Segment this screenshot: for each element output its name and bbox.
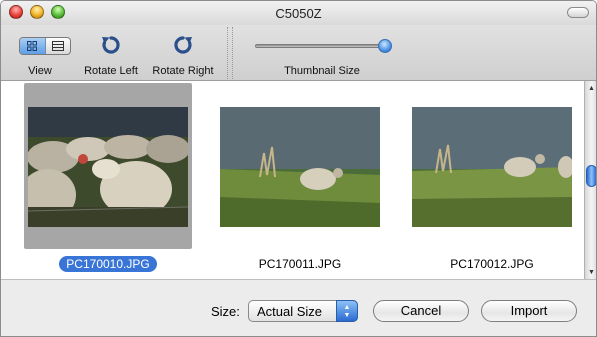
photo-thumbnail-sheep-on-grass: [220, 107, 380, 227]
view-label: View: [28, 65, 52, 77]
size-popup[interactable]: Actual Size ▲ ▼: [248, 300, 358, 322]
list-icon: [51, 41, 64, 51]
thumbnail-size-label: Thumbnail Size: [284, 65, 360, 77]
thumbnail-grid: PC170010.JPG PC170011.JPG PC170012.JPG: [1, 81, 584, 279]
import-window: C5050Z View Rotate Left Rotate Right Thu…: [0, 0, 597, 337]
toolbar-toggle-button[interactable]: [567, 7, 589, 18]
photo-thumbnail-two-sheep: [412, 107, 572, 227]
import-button[interactable]: Import: [481, 300, 577, 322]
thumbnail-item[interactable]: PC170010.JPG: [24, 83, 192, 273]
thumbnail-filename: PC170010.JPG: [24, 256, 192, 272]
thumbnail-item[interactable]: PC170012.JPG: [408, 83, 576, 273]
view-toolbar-item: View: [7, 25, 73, 81]
thumbnail-size-slider[interactable]: [255, 44, 385, 48]
toolbar-separator: [232, 27, 233, 79]
list-view-button[interactable]: [46, 38, 71, 54]
thumbnail-size-toolbar-item: Thumbnail Size: [247, 25, 397, 81]
icon-view-button[interactable]: [20, 38, 46, 54]
thumbnail-filename: PC170012.JPG: [408, 257, 576, 271]
size-label: Size:: [211, 304, 240, 319]
thumbnail-item[interactable]: PC170011.JPG: [216, 83, 384, 273]
scroll-thumb[interactable]: [586, 165, 596, 187]
grid-icon: [27, 41, 38, 51]
toolbar-separator: [227, 27, 228, 79]
title-bar: C5050Z: [1, 1, 596, 25]
cancel-button[interactable]: Cancel: [373, 300, 469, 322]
rotate-left-toolbar-item[interactable]: Rotate Left: [79, 25, 143, 81]
scroll-down-arrow-icon[interactable]: ▼: [585, 265, 596, 279]
thumbnail-filename: PC170011.JPG: [216, 257, 384, 271]
rotate-left-icon: [102, 36, 120, 54]
popup-arrows-icon: ▲ ▼: [336, 300, 358, 322]
toolbar: View Rotate Left Rotate Right Thumbnail …: [1, 25, 596, 81]
view-mode-control[interactable]: [19, 37, 71, 55]
scroll-up-arrow-icon[interactable]: ▲: [585, 81, 596, 95]
rotate-right-label: Rotate Right: [152, 65, 214, 77]
filename-text: PC170010.JPG: [59, 256, 157, 272]
window-title: C5050Z: [275, 6, 322, 21]
rotate-left-label: Rotate Left: [84, 65, 138, 77]
filename-text: PC170012.JPG: [450, 257, 534, 271]
filename-text: PC170011.JPG: [258, 257, 342, 271]
rotate-right-toolbar-item[interactable]: Rotate Right: [147, 25, 219, 81]
photo-thumbnail-sheep-flock: [28, 107, 188, 227]
bottom-bar: Size: Actual Size ▲ ▼ Cancel Import: [1, 279, 596, 336]
rotate-right-icon: [174, 36, 192, 54]
thumbnail-size-slider-knob[interactable]: [378, 39, 392, 53]
size-popup-value: Actual Size: [257, 304, 323, 319]
vertical-scrollbar[interactable]: ▲ ▼: [584, 81, 596, 279]
